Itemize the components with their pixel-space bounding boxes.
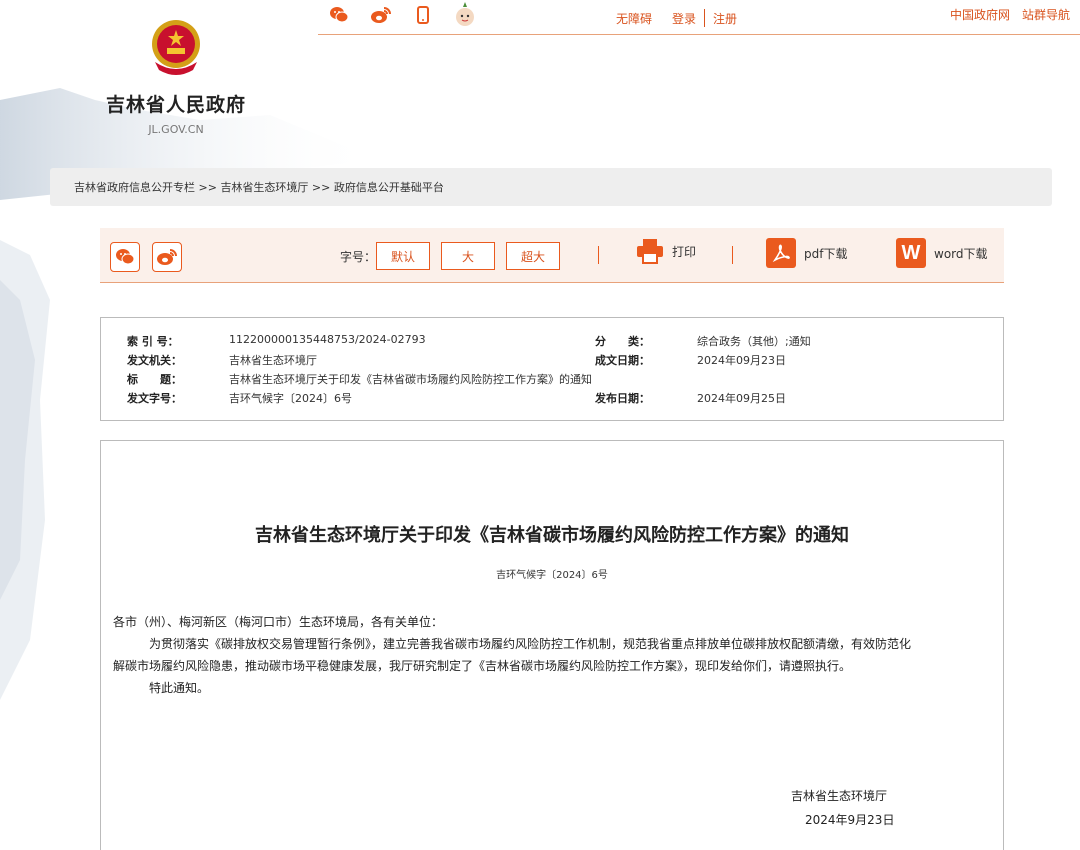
breadcrumb: 吉林省政府信息公开专栏 >> 吉林省生态环境厅 >> 政府信息公开基础平台 [50, 168, 1052, 206]
publish-date-value: 2024年09月25日 [697, 392, 786, 405]
word-label: word下载 [934, 246, 988, 261]
mobile-icon[interactable] [412, 4, 434, 26]
meta-row: 发文机关： 吉林省生态环境厅 成文日期： 2024年09月23日 [101, 352, 1003, 369]
top-social-icons [328, 2, 476, 26]
wechat-icon[interactable] [328, 4, 350, 26]
font-large-button[interactable]: 大 [441, 242, 495, 270]
word-download-button[interactable]: W word下载 [896, 238, 988, 268]
top-links: 无障碍 登录 注册 [616, 9, 737, 27]
index-no-value: 112200000135448753/2024-02793 [229, 333, 426, 346]
login-link[interactable]: 登录 [672, 10, 696, 27]
doc-no-label: 发文字号： [127, 392, 182, 405]
meta-row: 发文字号： 吉环气候字〔2024〕6号 发布日期： 2024年09月25日 [101, 390, 1003, 407]
site-logo[interactable]: 吉林省人民政府 JL.GOV.CN [96, 18, 256, 136]
issuer-label: 发文机关： [127, 354, 182, 367]
document-meta-table: 索 引 号： 112200000135448753/2024-02793 分 类… [100, 317, 1004, 421]
font-xlarge-button[interactable]: 超大 [506, 242, 560, 270]
divider [704, 9, 706, 27]
date-written-label: 成文日期： [595, 354, 650, 367]
gov-site-link[interactable]: 中国政府网 [950, 6, 1010, 23]
breadcrumb-item-env-dept[interactable]: 吉林省生态环境厅 [220, 179, 308, 195]
publish-date-label: 发布日期： [595, 392, 650, 405]
mascot-icon[interactable] [454, 2, 476, 26]
national-emblem-icon [152, 20, 200, 75]
weibo-icon[interactable] [370, 4, 392, 26]
title-label: 标 题： [127, 373, 182, 386]
font-size-label: 字号： [340, 250, 377, 264]
category-label: 分 类： [595, 335, 650, 348]
category-value: 综合政务（其他）;通知 [697, 335, 811, 348]
document-content: 吉林省生态环境厅关于印发《吉林省碳市场履约风险防控工作方案》的通知 吉环气候字〔… [100, 440, 1004, 850]
accessibility-link[interactable]: 无障碍 [616, 10, 652, 27]
word-icon: W [896, 238, 926, 268]
print-button[interactable]: 打印 [636, 238, 696, 264]
weibo-share-icon[interactable] [152, 242, 182, 272]
closing-text: 特此通知。 [149, 681, 210, 695]
document-title: 吉林省生态环境厅关于印发《吉林省碳市场履约风险防控工作方案》的通知 [255, 525, 849, 546]
breadcrumb-item-info-column[interactable]: 吉林省政府信息公开专栏 [74, 179, 195, 195]
register-link[interactable]: 注册 [713, 10, 737, 27]
body-paragraph-line: 为贯彻落实《碳排放权交易管理暂行条例》，建立完善我省碳市场履约风险防控工作机制，… [149, 637, 912, 651]
divider [598, 246, 599, 264]
pdf-download-button[interactable]: pdf下载 [766, 238, 847, 268]
pdf-icon [766, 238, 796, 268]
meta-row: 索 引 号： 112200000135448753/2024-02793 分 类… [101, 333, 1003, 350]
breadcrumb-separator: >> [308, 180, 334, 194]
date-written-value: 2024年09月23日 [697, 354, 786, 367]
font-default-button[interactable]: 默认 [376, 242, 430, 270]
site-nav-link[interactable]: 站群导航 [1022, 6, 1070, 23]
pdf-label: pdf下载 [804, 246, 848, 261]
index-no-label: 索 引 号： [127, 335, 179, 348]
top-bar: 无障碍 登录 注册 中国政府网 站群导航 [318, 0, 1080, 35]
article-toolbar: 字号： 默认 大 超大 打印 pdf下载 W word下载 [100, 228, 1004, 283]
site-domain: JL.GOV.CN [148, 123, 204, 136]
title-value: 吉林省生态环境厅关于印发《吉林省碳市场履约风险防控工作方案》的通知 [229, 373, 592, 386]
site-name: 吉林省人民政府 [105, 94, 246, 116]
signature-date: 2024年9月23日 [805, 813, 895, 827]
top-right-links: 中国政府网 站群导航 [950, 6, 1070, 23]
signature-org: 吉林省生态环境厅 [791, 789, 888, 803]
doc-no-value: 吉环气候字〔2024〕6号 [229, 392, 352, 405]
breadcrumb-item-platform[interactable]: 政府信息公开基础平台 [334, 179, 444, 195]
meta-row: 标 题： 吉林省生态环境厅关于印发《吉林省碳市场履约风险防控工作方案》的通知 [101, 371, 1003, 388]
body-paragraph-line: 解碳市场履约风险隐患，推动碳市场平稳健康发展，我厅研究制定了《吉林省碳市场履约风… [113, 659, 852, 673]
document-number: 吉环气候字〔2024〕6号 [496, 570, 608, 581]
issuer-value: 吉林省生态环境厅 [229, 354, 317, 367]
wechat-share-icon[interactable] [110, 242, 140, 272]
addressee: 各市（州）、梅河新区（梅河口市）生态环境局，各有关单位： [113, 615, 444, 629]
breadcrumb-separator: >> [195, 180, 221, 194]
print-label: 打印 [672, 244, 697, 259]
divider [732, 246, 733, 264]
printer-icon [637, 239, 663, 264]
